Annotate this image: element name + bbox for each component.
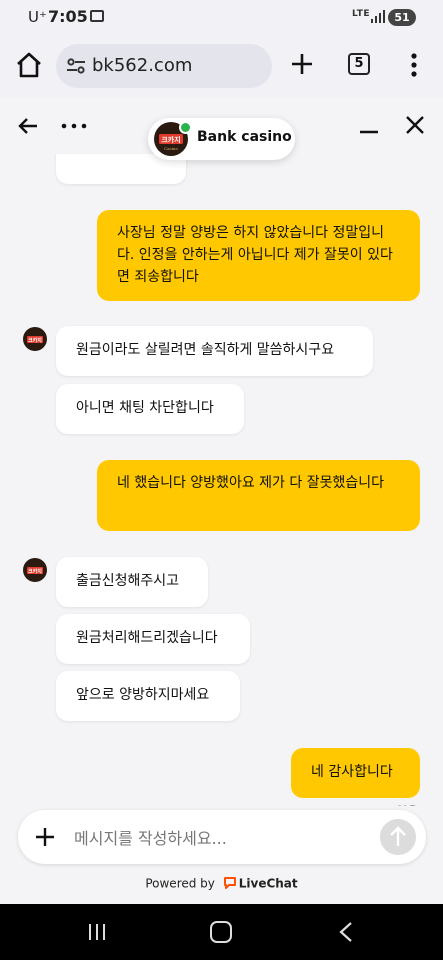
screencast-icon xyxy=(90,10,104,22)
agent-message: 아니면 채팅 차단합니다 xyxy=(56,384,244,434)
url-text[interactable]: bk562.com xyxy=(92,55,192,76)
address-bar[interactable]: bk562.com xyxy=(56,44,272,88)
tab-switcher-button[interactable]: 5 xyxy=(348,53,370,75)
browser-toolbar: bk562.com 5 xyxy=(0,36,443,98)
agent-avatar: 크카지 xyxy=(23,327,47,351)
send-arrow-icon[interactable] xyxy=(380,819,416,855)
status-time: 7:05 xyxy=(48,7,88,26)
powered-by-label: Powered by xyxy=(145,876,215,891)
agent-info[interactable]: 크카지 Casino Bank casino xyxy=(148,118,295,160)
minimize-icon[interactable] xyxy=(358,118,380,140)
livechat-logo-icon xyxy=(223,877,236,889)
agent-name: Bank casino xyxy=(197,129,292,145)
avatar-text: 크카지 xyxy=(161,135,180,144)
status-bar: U⁺ 7:05 LTE 51 xyxy=(0,0,443,36)
visitor-message: 네 감사합니다 xyxy=(291,748,420,798)
new-tab-icon[interactable] xyxy=(288,50,316,78)
network-label: LTE xyxy=(352,9,371,19)
agent-message: 원금처리해드리겠습니다 xyxy=(56,614,250,664)
battery-icon: 51 xyxy=(388,9,416,26)
back-arrow-icon[interactable] xyxy=(16,114,40,138)
close-icon[interactable] xyxy=(404,114,426,136)
visitor-message: 네 했습니다 양방했아요 제가 다 잘못했습니다 xyxy=(97,460,420,531)
avatar-subtext: Casino xyxy=(164,146,178,151)
online-status-dot xyxy=(179,121,192,134)
powered-by-footer: Powered by LiveChat xyxy=(0,876,443,892)
system-nav-bar xyxy=(0,904,443,960)
message-input[interactable] xyxy=(72,822,376,854)
message-composer xyxy=(18,810,426,864)
livechat-brand[interactable]: LiveChat xyxy=(239,877,298,891)
recents-icon[interactable] xyxy=(86,922,108,942)
read-receipt: 읽음 xyxy=(396,802,418,806)
avatar-text: 크카지 xyxy=(28,337,42,344)
site-settings-icon[interactable] xyxy=(66,56,86,76)
chat-header: 크카지 Casino Bank casino xyxy=(0,98,443,160)
agent-avatar: 크카지 xyxy=(23,558,47,582)
more-menu-icon[interactable] xyxy=(404,50,424,80)
agent-message: 앞으로 양방하지마세요 xyxy=(56,671,240,721)
visitor-message: 사장님 정말 양방은 하지 않았습니다 정말입니다. 인정을 안하는게 아닙니다… xyxy=(97,210,420,301)
plus-icon[interactable] xyxy=(34,826,56,848)
agent-message: 원금이라도 살릴려면 솔직하게 말씀하시구요 xyxy=(56,326,373,376)
message-list[interactable]: 사장님 정말 양방은 하지 않았습니다 정말입니다. 인정을 안하는게 아닙니다… xyxy=(0,140,443,806)
agent-message: 출금신청해주시고 xyxy=(56,557,208,607)
home-icon[interactable] xyxy=(14,50,44,80)
back-nav-icon[interactable] xyxy=(336,921,356,943)
avatar-text: 크카지 xyxy=(28,568,42,575)
chat-menu-icon[interactable] xyxy=(60,118,88,134)
home-nav-icon[interactable] xyxy=(210,921,232,943)
carrier-label: U⁺ xyxy=(28,8,47,26)
signal-icon xyxy=(371,10,385,23)
